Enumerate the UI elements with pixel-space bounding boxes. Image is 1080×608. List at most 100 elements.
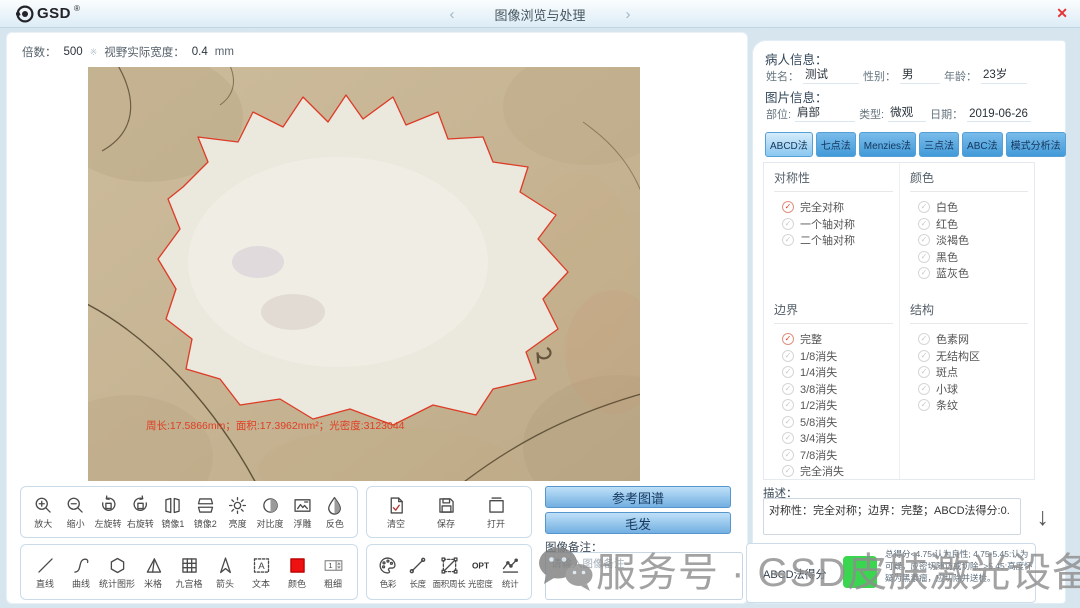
gender-field[interactable]: 男 xyxy=(900,66,940,84)
reference-atlas-button[interactable]: 参考图谱 xyxy=(545,486,731,508)
grid-nine-icon xyxy=(179,554,200,576)
contrast-icon xyxy=(260,494,281,516)
remark-input[interactable] xyxy=(545,552,743,600)
analysis-tab[interactable]: 模式分析法 xyxy=(1005,132,1066,157)
view-info-bar: 倍数： 500 ※ 视野实际宽度： 0.4 mm xyxy=(22,44,234,60)
analysis-tab[interactable]: 三点法 xyxy=(919,132,960,157)
tool-button[interactable]: OPT 光密度 xyxy=(465,555,495,590)
border-title: 边界 xyxy=(774,301,893,324)
criteria-option[interactable]: 完整 xyxy=(774,331,893,348)
tool-button[interactable]: 浮雕 xyxy=(286,494,318,530)
measure-toolbar: 色彩 长度 面积周长 OPT 光密度 统计 xyxy=(366,544,532,600)
tool-button[interactable]: 反色 xyxy=(319,494,351,530)
criteria-option[interactable]: 蓝灰色 xyxy=(910,265,1028,282)
criteria-option[interactable]: 1/2消失 xyxy=(774,397,893,414)
criteria-option[interactable]: 淡褐色 xyxy=(910,232,1028,249)
close-icon[interactable]: ✕ xyxy=(1056,5,1068,21)
tool-button[interactable]: 打开 xyxy=(479,494,513,530)
abcd-score-badge xyxy=(843,556,877,588)
tool-button[interactable]: 左旋转 xyxy=(92,494,124,530)
tool-button[interactable]: 面积周长 xyxy=(433,555,466,590)
tool-button[interactable]: 统计图形 xyxy=(99,554,135,590)
save-icon xyxy=(436,494,457,516)
criteria-option[interactable]: 完全对称 xyxy=(774,199,893,216)
tool-button[interactable]: 曲线 xyxy=(63,554,99,590)
tool-button[interactable]: 1 粗细 xyxy=(315,554,351,590)
tool-button[interactable]: A 文本 xyxy=(243,554,279,590)
criteria-option[interactable]: 无结构区 xyxy=(910,348,1028,365)
area-perimeter-icon xyxy=(439,555,460,577)
part-field[interactable]: 肩部 xyxy=(795,104,856,122)
criteria-option[interactable]: 小球 xyxy=(910,381,1028,398)
radio-check-icon xyxy=(782,217,794,230)
criteria-option[interactable]: 一个轴对称 xyxy=(774,216,893,233)
criteria-option[interactable]: 黑色 xyxy=(910,249,1028,266)
criteria-option[interactable]: 1/4消失 xyxy=(774,364,893,381)
tool-button[interactable]: 右旋转 xyxy=(124,494,156,530)
analysis-tab[interactable]: ABCD法 xyxy=(765,132,813,157)
divider-icon: ※ xyxy=(89,46,98,57)
mirror-v-icon xyxy=(162,494,183,516)
radio-check-icon xyxy=(918,217,930,230)
tool-button[interactable]: 箭头 xyxy=(207,554,243,590)
date-field[interactable]: 2019-06-26 xyxy=(967,108,1032,122)
name-field[interactable]: 测试 xyxy=(803,66,859,84)
tool-button[interactable]: 镜像1 xyxy=(157,494,189,530)
criteria-option[interactable]: 白色 xyxy=(910,199,1028,216)
analysis-tab[interactable]: 七点法 xyxy=(815,132,856,157)
tool-button[interactable]: 长度 xyxy=(403,555,433,590)
tool-button[interactable]: 米格 xyxy=(135,554,171,590)
analysis-tab[interactable]: ABC法 xyxy=(962,132,1003,157)
draw-toolbar: 直线 曲线 统计图形 米格 九宫格 箭头 A 文本 颜色 1 粗细 xyxy=(20,544,358,600)
radio-check-icon xyxy=(782,382,794,395)
rotate-right-icon xyxy=(130,494,151,516)
tool-button[interactable]: 保存 xyxy=(429,494,463,530)
dermoscopy-image[interactable]: 周长:17.5866mm；面积:17.3962mm²；光密度:3123044 xyxy=(88,67,640,481)
title-bar: GSD ® ‹ 图像浏览与处理 › ✕ xyxy=(0,0,1080,28)
tool-button[interactable]: 颜色 xyxy=(279,554,315,590)
radio-check-icon xyxy=(918,250,930,263)
tool-button[interactable]: 统计 xyxy=(495,555,525,590)
curve-icon xyxy=(71,554,92,576)
criteria-option[interactable]: 红色 xyxy=(910,216,1028,233)
criteria-option[interactable]: 5/8消失 xyxy=(774,414,893,431)
radio-check-icon xyxy=(782,432,794,445)
criteria-option[interactable]: 条纹 xyxy=(910,397,1028,414)
radio-check-icon xyxy=(918,366,930,379)
tool-button[interactable]: 放大 xyxy=(27,494,59,530)
type-field[interactable]: 微观 xyxy=(888,104,927,122)
nav-next-icon[interactable]: › xyxy=(626,6,631,23)
tool-button[interactable]: 色彩 xyxy=(373,555,403,590)
mirror-h-icon xyxy=(195,494,216,516)
radio-check-icon xyxy=(918,399,930,412)
criteria-option[interactable]: 3/4消失 xyxy=(774,430,893,447)
thickness-spinner-icon: 1 xyxy=(323,554,344,576)
tool-button[interactable]: 直线 xyxy=(27,554,63,590)
analysis-tabs: ABCD法 七点法 Menzies法 三点法 ABC法 模式分析法 xyxy=(765,132,1066,157)
length-icon xyxy=(407,555,428,577)
radio-check-icon xyxy=(782,448,794,461)
abcd-score-label: ABCD法得分 xyxy=(763,569,827,581)
nav-prev-icon[interactable]: ‹ xyxy=(449,6,454,23)
age-field[interactable]: 23岁 xyxy=(981,66,1027,84)
invert-icon xyxy=(324,494,345,516)
criteria-option[interactable]: 3/8消失 xyxy=(774,381,893,398)
tool-button[interactable]: 镜像2 xyxy=(189,494,221,530)
scroll-down-icon[interactable]: ↓ xyxy=(1037,503,1050,532)
criteria-option[interactable]: 完全消失 xyxy=(774,463,893,480)
criteria-option[interactable]: 1/8消失 xyxy=(774,348,893,365)
zoom-in-icon xyxy=(33,494,54,516)
tool-button[interactable]: 对比度 xyxy=(254,494,286,530)
name-label: 姓名： xyxy=(766,71,799,83)
criteria-option[interactable]: 7/8消失 xyxy=(774,447,893,464)
tool-button[interactable]: 九宫格 xyxy=(171,554,207,590)
hair-button[interactable]: 毛发 xyxy=(545,512,731,534)
tool-button[interactable]: 缩小 xyxy=(59,494,91,530)
criteria-option[interactable]: 斑点 xyxy=(910,364,1028,381)
analysis-tab[interactable]: Menzies法 xyxy=(858,132,917,157)
criteria-option[interactable]: 二个轴对称 xyxy=(774,232,893,249)
gender-label: 性别： xyxy=(863,71,896,83)
criteria-option[interactable]: 色素网 xyxy=(910,331,1028,348)
tool-button[interactable]: 清空 xyxy=(379,494,413,530)
tool-button[interactable]: 亮度 xyxy=(221,494,253,530)
